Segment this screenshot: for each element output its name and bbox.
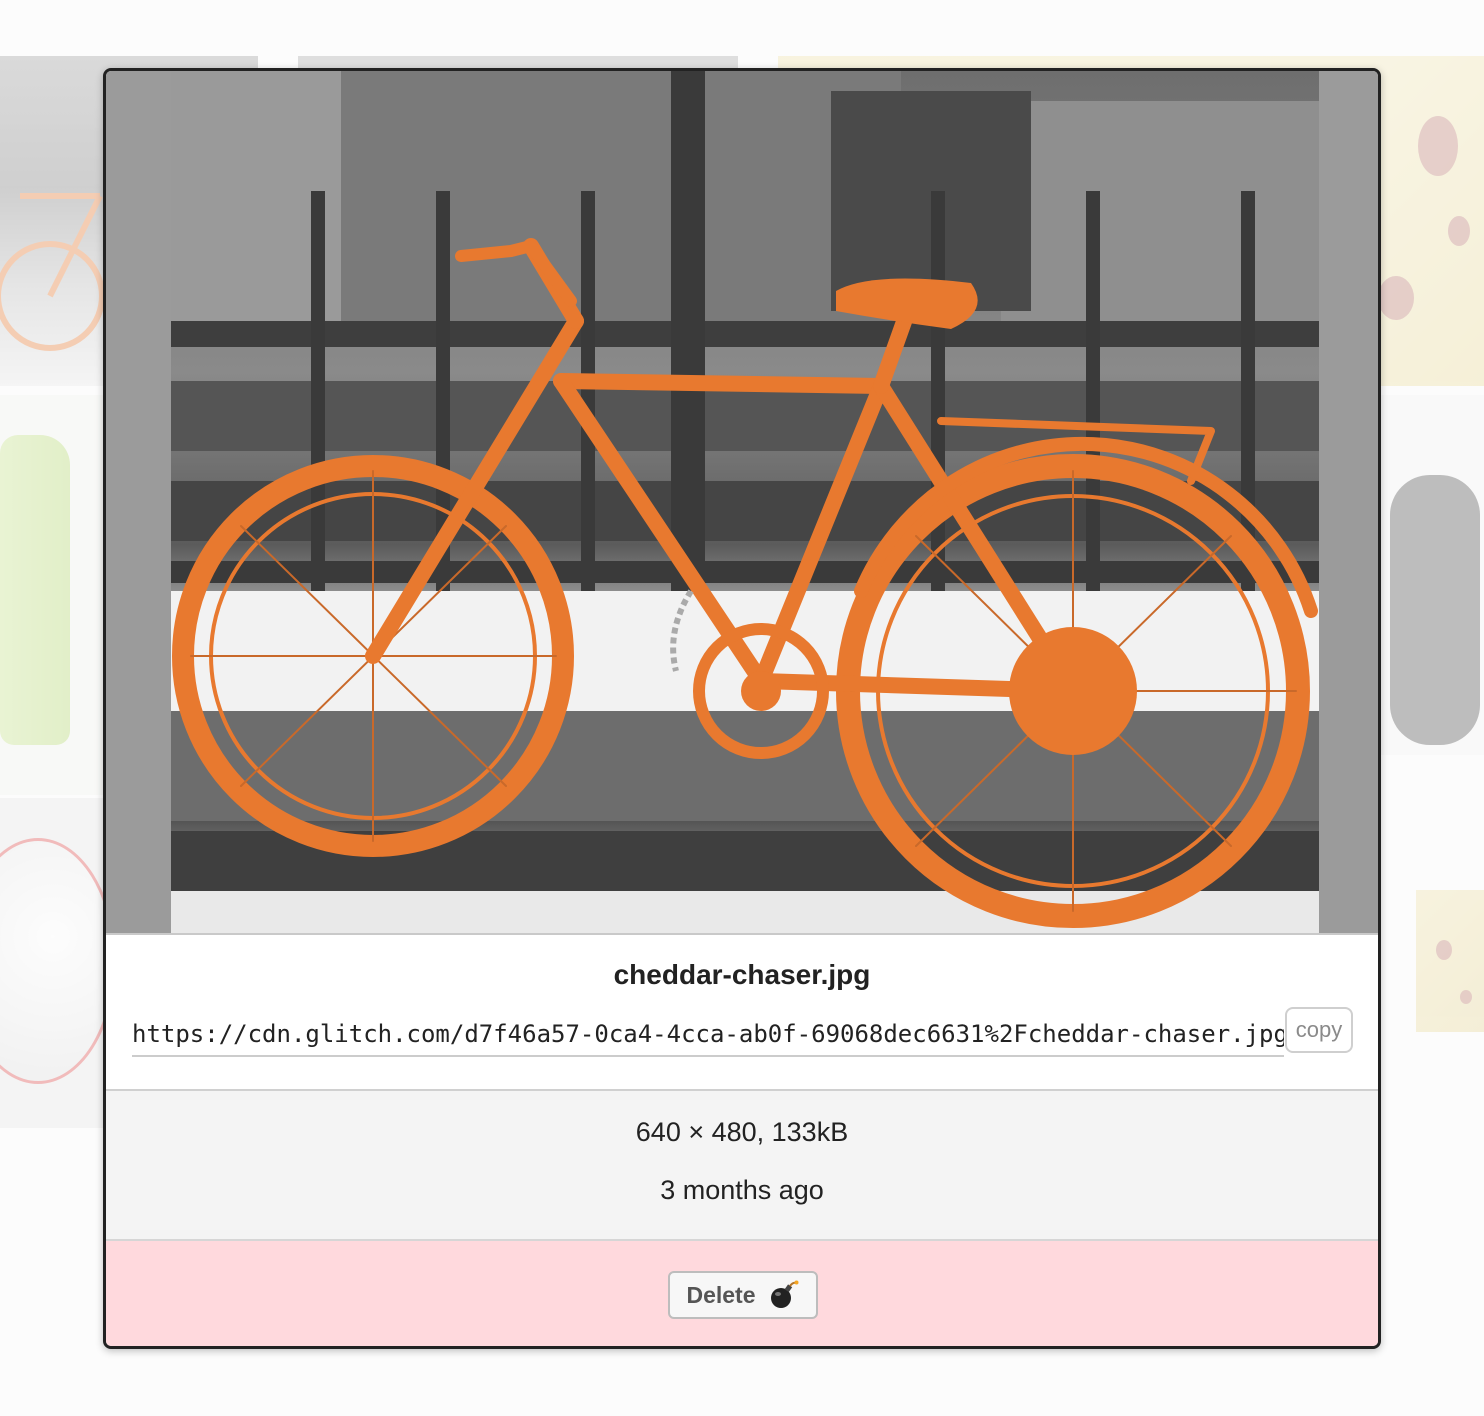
asset-delete-pane: Delete (106, 1241, 1378, 1346)
asset-preview-pane (106, 71, 1378, 935)
bottle-shape (0, 435, 70, 745)
thumbnail-glove[interactable] (1380, 395, 1484, 755)
thumbnail-cheese-small[interactable] (1416, 890, 1484, 1032)
helmet-shape (0, 838, 104, 1084)
asset-preview-image (171, 71, 1319, 933)
thumbnail-bottle[interactable] (0, 395, 104, 795)
delete-asset-button[interactable]: Delete (668, 1271, 818, 1319)
asset-details-overlay: cheddar-chaser.jpg copy 640 × 480, 133kB… (103, 68, 1381, 1349)
thumbnail-helmet[interactable] (0, 798, 104, 1128)
delete-button-label: Delete (686, 1281, 756, 1308)
glove-shape (1390, 475, 1480, 745)
asset-upload-age: 3 months ago (660, 1175, 824, 1205)
asset-filename: cheddar-chaser.jpg (613, 959, 871, 990)
asset-dimensions-size: 640 × 480, 133kB (635, 1117, 849, 1147)
copy-url-button[interactable]: copy (1285, 1007, 1353, 1053)
asset-info-pane: cheddar-chaser.jpg copy (106, 935, 1378, 1091)
bomb-icon (768, 1279, 800, 1311)
asset-meta-pane: 640 × 480, 133kB 3 months ago (106, 1091, 1378, 1241)
asset-gallery-page: cheddar-chaser.jpg copy 640 × 480, 133kB… (0, 0, 1484, 1416)
asset-url-row: copy (132, 1007, 1356, 1059)
asset-url-field[interactable] (132, 1013, 1284, 1057)
